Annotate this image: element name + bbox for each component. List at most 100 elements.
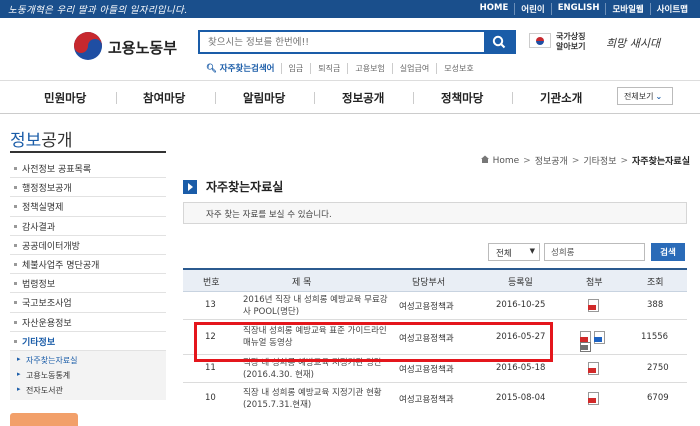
nav-news[interactable]: 알림마당 [243,90,285,106]
row-title-link[interactable]: 2016년 직장 내 성희롱 예방교육 무료강사 POOL(명단) [243,294,393,318]
row-no: 11 [205,363,216,373]
link-home[interactable]: HOME [474,3,515,15]
global-search-input[interactable] [200,32,482,52]
search-icon [492,35,506,49]
sidebar-item[interactable]: 감사결과 [10,217,166,236]
page-title: 자주찾는자료실 [183,178,283,195]
col-views: 조회 [647,278,664,288]
breadcrumb: Home > 정보공개 > 기타정보 > 자주찾는자료실 [480,154,690,167]
pdf-file-icon[interactable] [588,362,599,375]
link-sitemap[interactable]: 사이트맵 [649,3,694,15]
dropdown-arrow-icon: ▼ [529,247,535,255]
global-search-button[interactable] [484,32,514,52]
sidebar-sub-faq-library[interactable]: 자주찾는자료실 [10,353,166,368]
breadcrumb-item[interactable]: 정보공개 [535,154,568,167]
table-header: 번호 제 목 담당부서 등록일 첨부 조회 [183,270,687,292]
home-icon [480,154,490,167]
nav-policy[interactable]: 정책마당 [441,90,483,106]
magnifier-icon: 🔍︎ [206,64,217,74]
slogan-signature: 희망 새시대 [606,37,661,50]
utility-links: HOME 어린이 ENGLISH 모바일웹 사이트맵 [474,3,694,15]
board-table: 번호 제 목 담당부서 등록일 첨부 조회 13 2016년 직장 내 성희롱 … [183,268,687,413]
sidebar-title: 정보공개 [10,131,73,151]
pdf-file-icon[interactable] [588,392,599,405]
video-file-icon[interactable] [580,342,591,352]
search-field-select[interactable]: 전체 ▼ [488,243,540,261]
keyword-link[interactable]: 모성보호 [436,62,480,74]
main-nav: 민원마당 참여마당 알림마당 정보공개 정책마당 기관소개 [0,80,700,114]
sidebar-item[interactable]: 행정정보공개 [10,178,166,198]
row-views: 2750 [647,363,669,373]
title-bullet-icon [183,179,197,194]
hwp-file-icon[interactable] [594,331,605,344]
sidebar-banner[interactable] [10,413,78,426]
national-symbol-link[interactable]: 국가상징 알아보기 [556,32,585,52]
row-title-link[interactable]: 직장 내 성희롱 예방교육 지정기관 명단(2016.4.30. 현재) [243,357,393,381]
keyword-link[interactable]: 고용보험 [347,62,391,74]
row-dept: 여성고용정책과 [399,334,454,344]
col-dept: 담당부서 [412,278,446,288]
global-search [198,30,516,54]
page-description: 자주 찾는 자료를 보실 수 있습니다. [183,202,687,224]
row-views: 11556 [641,332,669,342]
row-dept: 여성고용정책과 [399,302,454,312]
row-date: 2016-05-18 [496,363,546,373]
link-kids[interactable]: 어린이 [514,3,550,15]
nav-about[interactable]: 기관소개 [540,90,582,106]
row-title-link[interactable]: 직장내 성희롱 예방교육 표준 가이드라인 매뉴얼 동영상 [243,325,393,349]
row-no: 12 [205,332,216,342]
row-no: 10 [205,393,216,403]
keyword-link[interactable]: 임금 [280,62,311,74]
nav-civil[interactable]: 민원마당 [44,90,86,106]
breadcrumb-item[interactable]: 기타정보 [583,154,616,167]
sidebar-menu: 사전정보 공표목록 행정정보공개 정책실명제 감사결과 공공데이터개방 체불사업… [10,159,166,400]
sidebar-item[interactable]: 사전정보 공표목록 [10,159,166,179]
popular-label: 🔍︎ 자주찾는검색어 [206,64,275,74]
chevron-down-icon: ⌄ [655,92,663,101]
row-date: 2016-10-25 [496,300,546,310]
sidebar-title-divider [10,151,166,153]
col-title: 제 목 [292,278,312,288]
row-date: 2016-05-27 [496,332,546,342]
popular-keywords: 🔍︎ 자주찾는검색어 임금 퇴직금 고용보험 실업급여 모성보호 [206,62,481,74]
nav-participation[interactable]: 참여마당 [143,90,185,106]
top-bar: 노동개혁은 우리 딸과 아들의 일자리입니다. HOME 어린이 ENGLISH… [0,0,700,18]
top-slogan: 노동개혁은 우리 딸과 아들의 일자리입니다. [8,5,188,16]
link-mobile[interactable]: 모바일웹 [605,3,649,15]
row-date: 2015-08-04 [496,393,546,403]
breadcrumb-home[interactable]: Home [493,156,520,166]
sidebar-item[interactable]: 자산운용정보 [10,313,166,332]
keyword-link[interactable]: 퇴직금 [310,62,347,74]
logo-text[interactable]: 고용노동부 [108,37,177,58]
sidebar-item[interactable]: 공공데이터개방 [10,236,166,255]
pdf-file-icon[interactable] [588,299,599,312]
view-all-button[interactable]: 전체보기 ⌄ [617,87,673,105]
sidebar-sub-statistics[interactable]: 고용노동통계 [10,368,166,383]
row-title-link[interactable]: 직장 내 성희롱 예방교육 지정기관 현황(2015.7.31.현재) [243,387,393,411]
sidebar-item[interactable]: 법령정보 [10,274,166,294]
sidebar-sub-e-library[interactable]: 전자도서관 [10,383,166,398]
col-attach: 첨부 [586,278,603,288]
board-search-input[interactable] [545,244,641,260]
col-no: 번호 [203,278,220,288]
board-search-button[interactable]: 검색 [651,243,685,261]
sidebar-submenu: 자주찾는자료실 고용노동통계 전자도서관 [10,350,166,400]
nav-info-disclosure[interactable]: 정보공개 [342,90,384,106]
sidebar-item[interactable]: 국고보조사업 [10,293,166,313]
sidebar-item[interactable]: 체불사업주 명단공개 [10,255,166,275]
row-no: 13 [205,300,216,310]
row-dept: 여성고용정책과 [399,365,454,375]
link-english[interactable]: ENGLISH [550,3,606,15]
ministry-logo-icon[interactable] [74,32,102,60]
table-row: 13 2016년 직장 내 성희롱 예방교육 무료강사 POOL(명단) 여성고… [183,292,687,320]
sidebar-item[interactable]: 정책실명제 [10,197,166,217]
board-search-box [544,243,645,261]
keyword-link[interactable]: 실업급여 [391,62,436,74]
korean-flag-icon[interactable] [529,33,551,48]
col-date: 등록일 [508,278,533,288]
row-dept: 여성고용정책과 [399,395,454,405]
table-row: 11 직장 내 성희롱 예방교육 지정기관 명단(2016.4.30. 현재) … [183,355,687,383]
table-row: 12 직장내 성희롱 예방교육 표준 가이드라인 매뉴얼 동영상 여성고용정책과… [183,320,687,355]
row-views: 6709 [647,393,669,403]
sidebar-item-other-info[interactable]: 기타정보 [10,332,166,351]
